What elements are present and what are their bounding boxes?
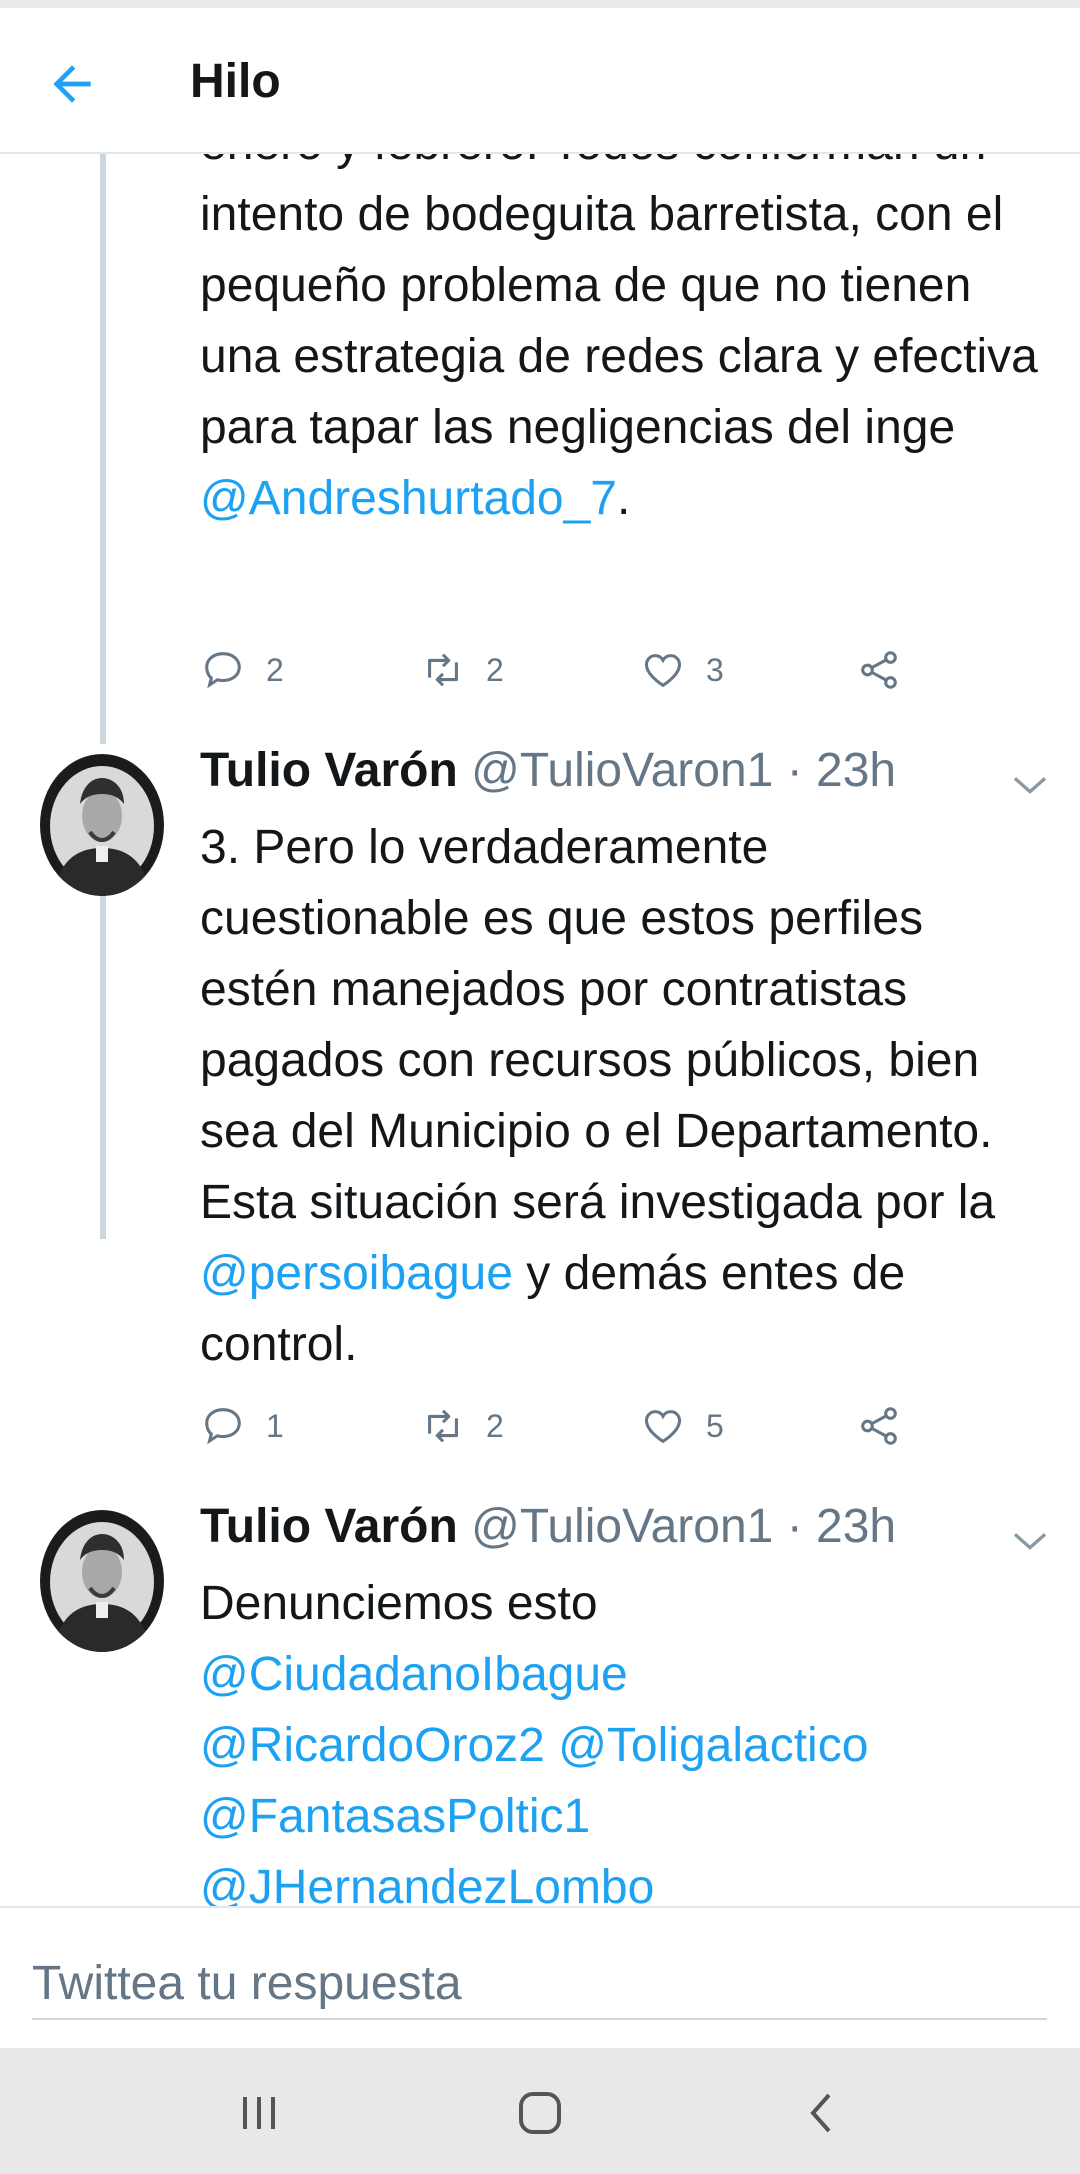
thread-connector — [100, 894, 106, 1239]
share-icon — [861, 1407, 897, 1445]
portrait-image — [42, 756, 162, 896]
retweet-icon — [428, 653, 458, 687]
mention-link[interactable]: @RicardoOroz2 — [200, 1719, 545, 1772]
home-icon — [519, 2092, 561, 2134]
reply-button[interactable]: 2 — [200, 645, 284, 695]
speech-bubble-icon — [205, 652, 241, 689]
tweet-text: 3. Pero lo verdaderamente cuestionable e… — [200, 821, 996, 1371]
tweet-text: Denunciemos esto @CiudadanoIbague @Ricar… — [200, 1568, 1050, 1906]
user-handle[interactable]: @TulioVaron1 — [471, 1500, 773, 1553]
like-button[interactable]: 3 — [640, 645, 724, 695]
share-button[interactable] — [856, 1401, 902, 1451]
avatar[interactable] — [40, 1510, 164, 1652]
thread-timeline[interactable]: enero y febrero. Todos conforman un inte… — [0, 152, 1080, 1906]
page-title: Hilo — [190, 55, 281, 108]
share-button[interactable] — [856, 645, 902, 695]
arrow-left-icon[interactable] — [44, 56, 100, 112]
back-button[interactable] — [786, 2078, 856, 2148]
mention-link[interactable]: @persoibague — [200, 1247, 513, 1300]
chevron-down-icon[interactable] — [1010, 770, 1050, 800]
like-count: 3 — [706, 651, 724, 688]
retweet-button[interactable]: 2 — [420, 1401, 504, 1451]
reply-button[interactable]: 1 — [200, 1401, 284, 1451]
reply-input[interactable] — [32, 1948, 1047, 2020]
tweet-actions: 1 2 5 — [200, 1401, 920, 1451]
mention-link[interactable]: @FantasasPoltic1 — [200, 1790, 590, 1843]
retweet-count: 2 — [486, 1407, 504, 1444]
reply-composer — [0, 1906, 1080, 2050]
back-icon — [810, 2093, 831, 2133]
tweet-actions: 2 2 3 — [200, 645, 920, 695]
system-navigation-bar — [0, 2048, 1080, 2174]
retweet-icon — [428, 1409, 458, 1443]
reply-count: 2 — [266, 651, 284, 688]
mention-link[interactable]: @Andreshurtado_7 — [200, 472, 617, 525]
avatar[interactable] — [40, 754, 164, 896]
speech-bubble-icon — [205, 1408, 241, 1445]
tweet-text: enero y febrero. Todos conforman un inte… — [200, 152, 1038, 525]
tweet-header[interactable]: Tulio Varón @TulioVaron1 · 23h — [200, 743, 1030, 803]
top-app-bar: Hilo — [0, 8, 1080, 154]
mention-link[interactable]: @Toligalactico — [558, 1719, 868, 1772]
like-count: 5 — [706, 1407, 724, 1444]
home-button[interactable] — [505, 2078, 575, 2148]
user-handle[interactable]: @TulioVaron1 — [471, 744, 773, 797]
tweet-time: · 23h — [786, 744, 897, 797]
reply-count: 1 — [266, 1407, 284, 1444]
thread-connector — [100, 152, 106, 744]
recent-apps-icon — [243, 2097, 275, 2129]
tweet-header[interactable]: Tulio Varón @TulioVaron1 · 23h — [200, 1499, 1030, 1559]
retweet-count: 2 — [486, 651, 504, 688]
display-name[interactable]: Tulio Varón — [200, 744, 458, 797]
recent-apps-button[interactable] — [224, 2078, 294, 2148]
like-button[interactable]: 5 — [640, 1401, 724, 1451]
display-name[interactable]: Tulio Varón — [200, 1500, 458, 1553]
retweet-button[interactable]: 2 — [420, 645, 504, 695]
chevron-down-icon[interactable] — [1010, 1526, 1050, 1556]
mention-link[interactable]: @CiudadanoIbague — [200, 1648, 628, 1701]
heart-icon — [644, 1410, 682, 1444]
tweet-time: · 23h — [786, 1500, 897, 1553]
portrait-image — [42, 1512, 162, 1652]
status-bar — [0, 0, 1080, 8]
share-icon — [861, 651, 897, 689]
mention-link[interactable]: @JHernandezLombo — [200, 1861, 654, 1906]
heart-icon — [644, 654, 682, 688]
